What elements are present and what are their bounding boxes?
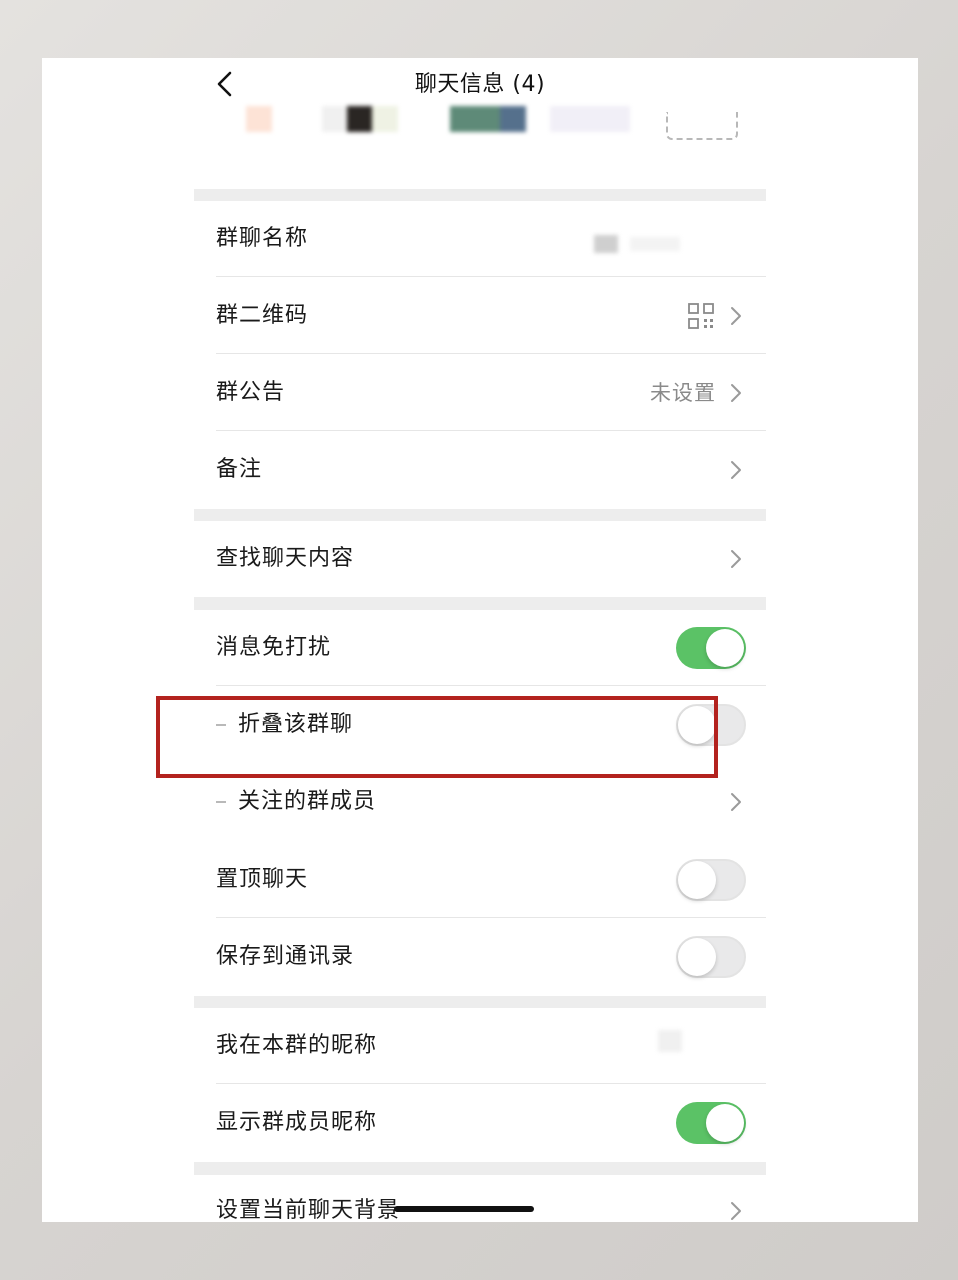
- group-name-value: [630, 237, 680, 251]
- divider: [216, 917, 766, 918]
- chat-background-label: 设置当前聊天背景: [216, 1198, 401, 1222]
- toggle-knob: [706, 629, 744, 667]
- pin-chat-label: 置顶聊天: [216, 867, 309, 892]
- navigation-bar: 聊天信息 (4): [194, 58, 766, 108]
- divider: [216, 353, 766, 354]
- member-avatar-strip: [194, 102, 766, 192]
- chevron-right-icon: [731, 307, 741, 325]
- home-indicator[interactable]: [394, 1206, 534, 1212]
- chevron-right-icon: [731, 384, 741, 402]
- section-gap: [194, 996, 766, 1008]
- my-nickname-value: [658, 1030, 682, 1052]
- divider: [216, 685, 766, 686]
- toggle-knob: [706, 1104, 744, 1142]
- save-contacts-label: 保存到通讯录: [216, 944, 355, 969]
- divider: [216, 276, 766, 277]
- show-nicknames-row: 显示群成员昵称: [194, 1085, 766, 1161]
- save-contacts-row: 保存到通讯录: [194, 919, 766, 995]
- highlight-box: [156, 696, 718, 778]
- chevron-right-icon: [731, 793, 741, 811]
- divider: [216, 430, 766, 431]
- avatar[interactable]: [550, 106, 630, 132]
- sub-item-dash: [216, 801, 226, 803]
- avatar[interactable]: [450, 106, 526, 132]
- group-qr-row[interactable]: 群二维码: [194, 278, 766, 354]
- search-history-row[interactable]: 查找聊天内容: [194, 521, 766, 597]
- group-name-label: 群聊名称: [216, 226, 309, 251]
- divider: [216, 1083, 766, 1084]
- group-qr-label: 群二维码: [216, 303, 309, 328]
- mute-label: 消息免打扰: [216, 635, 332, 660]
- avatar[interactable]: [322, 106, 398, 132]
- chevron-right-icon: [731, 550, 741, 568]
- qr-code-icon: [688, 303, 714, 329]
- group-name-row[interactable]: 群聊名称: [194, 201, 766, 277]
- announcement-value: 未设置: [650, 381, 716, 405]
- chat-background-row[interactable]: 设置当前聊天背景: [194, 1175, 766, 1222]
- section-gap: [194, 597, 766, 610]
- pin-chat-toggle[interactable]: [676, 859, 746, 901]
- my-nickname-label: 我在本群的昵称: [216, 1033, 378, 1058]
- pin-chat-row: 置顶聊天: [194, 842, 766, 918]
- announcement-label: 群公告: [216, 380, 286, 405]
- mute-toggle[interactable]: [676, 627, 746, 669]
- search-history-label: 查找聊天内容: [216, 546, 355, 571]
- announcement-row[interactable]: 群公告 未设置: [194, 355, 766, 431]
- section-gap: [194, 509, 766, 521]
- toggle-knob: [678, 861, 716, 899]
- remark-label: 备注: [216, 457, 263, 482]
- mute-row: 消息免打扰: [194, 610, 766, 686]
- chevron-right-icon: [731, 1202, 741, 1220]
- chevron-right-icon: [731, 461, 741, 479]
- my-nickname-row[interactable]: 我在本群的昵称: [194, 1008, 766, 1084]
- photo-frame: 聊天信息 (4) 群聊名称 群二维码 群公告 未设置 备注 查找聊天内容 消息免…: [42, 58, 918, 1222]
- section-gap: [194, 189, 766, 201]
- save-contacts-toggle[interactable]: [676, 936, 746, 978]
- add-member-button[interactable]: [666, 112, 738, 140]
- group-name-value: [594, 235, 618, 253]
- chat-info-screen: 聊天信息 (4) 群聊名称 群二维码 群公告 未设置 备注 查找聊天内容 消息免…: [194, 58, 766, 1222]
- toggle-knob: [678, 938, 716, 976]
- show-nicknames-label: 显示群成员昵称: [216, 1110, 378, 1135]
- page-title: 聊天信息 (4): [414, 72, 546, 97]
- show-nicknames-toggle[interactable]: [676, 1102, 746, 1144]
- avatar[interactable]: [246, 106, 272, 132]
- remark-row[interactable]: 备注: [194, 432, 766, 508]
